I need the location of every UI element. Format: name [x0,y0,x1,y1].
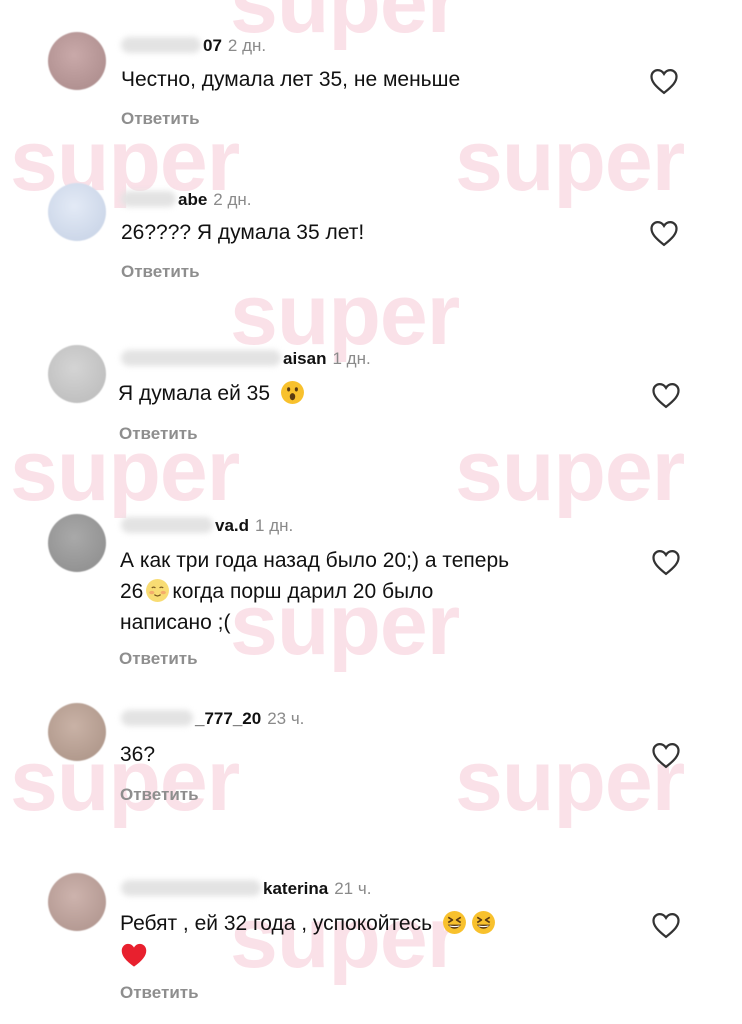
username-redacted [121,710,193,726]
watermark: super [455,423,685,519]
heart-icon[interactable] [651,381,681,409]
comment-header: katerina 21 ч. [121,879,371,899]
reply-button[interactable]: Ответить [119,649,198,669]
avatar[interactable] [48,32,106,90]
timestamp: 23 ч. [267,709,305,728]
timestamp: 1 дн. [332,349,371,368]
comment-header: abe 2 дн. [121,190,252,210]
reply-button[interactable]: Ответить [121,109,200,129]
timestamp: 1 дн. [255,516,294,535]
comment-header: aisan 1 дн. [121,349,371,369]
avatar[interactable] [48,183,106,241]
username-redacted [121,191,176,207]
comment-text-line: 26 [120,580,144,603]
username[interactable]: katerina [263,879,328,898]
username-redacted [121,37,201,53]
heart-icon[interactable] [651,911,681,939]
comment-text: 36? [120,743,156,766]
timestamp: 2 дн. [213,190,252,209]
comment-text-content: Я думала ей 35 [118,382,271,405]
reply-button[interactable]: Ответить [121,262,200,282]
heart-icon[interactable] [649,219,679,247]
comment-text: А как три года назад было 20;) а теперь … [120,545,590,638]
username[interactable]: abe [178,190,207,209]
timestamp: 2 дн. [227,36,267,55]
watermark: super [230,267,460,363]
comment-text: Я думала ей 35 [118,378,588,409]
heart-icon[interactable] [651,548,681,576]
comment-text: Честно, думала лет 35, не меньше [121,68,461,91]
username[interactable]: _777_20 [195,709,261,728]
reply-button[interactable]: Ответить [120,983,199,1003]
comment-header: 07 2 дн. [121,36,266,56]
astonished-face-icon [280,381,304,404]
comment-text: 26???? Я думала 35 лет! [121,221,365,244]
timestamp: 21 ч. [334,879,372,898]
blushing-face-icon [146,579,170,602]
comment-text-line: написано ;( [120,611,231,634]
grinning-squinting-face-icon [442,911,466,934]
comment-header: _777_20 23 ч. [121,709,304,729]
username-redacted [121,517,213,533]
avatar[interactable] [48,873,106,931]
avatar[interactable] [48,703,106,761]
heart-icon[interactable] [649,67,679,95]
red-heart-icon [121,943,147,967]
reply-button[interactable]: Ответить [120,785,199,805]
comment-text-line: когда порш дарил 20 было [172,580,434,603]
watermark: super [455,113,685,209]
avatar[interactable] [48,345,106,403]
username[interactable]: aisan [283,349,326,368]
username[interactable]: va.d [215,516,249,535]
username-redacted [121,350,281,366]
comment-header: va.d 1 дн. [121,516,293,536]
username-redacted [121,880,261,896]
comment-text-content: Ребят , ей 32 года , успокойтесь [120,912,433,935]
heart-icon[interactable] [651,741,681,769]
comment-text: Ребят , ей 32 года , успокойтесь [120,908,590,972]
avatar[interactable] [48,514,106,572]
reply-button[interactable]: Ответить [119,424,198,444]
comment-text-line: А как три года назад было 20;) а теперь [120,549,510,572]
username[interactable]: 07 [203,36,222,55]
grinning-squinting-face-icon [471,911,495,934]
